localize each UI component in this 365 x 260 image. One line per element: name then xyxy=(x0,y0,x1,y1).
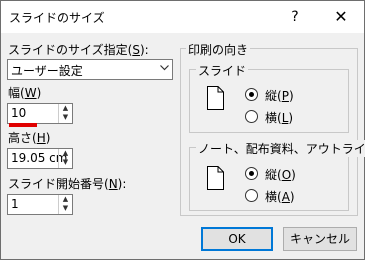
slide-size-accesskey: S xyxy=(132,43,140,57)
portrait-page-icon xyxy=(207,166,224,190)
slide-size-select[interactable]: ユーザー設定 xyxy=(7,59,173,80)
slide-size-value: ユーザー設定 xyxy=(11,64,83,78)
radio-selected-dot xyxy=(249,92,254,97)
height-accesskey: H xyxy=(36,131,46,145)
notes-portrait-label[interactable]: 縦(O) xyxy=(265,166,296,183)
notes-landscape-label[interactable]: 横(A) xyxy=(265,188,295,205)
slide-landscape-radio[interactable] xyxy=(245,110,258,123)
title-bar: スライドのサイズ ? ✕ xyxy=(1,1,364,33)
chevron-down-icon xyxy=(160,63,169,74)
notes-portrait-label-suffix: ) xyxy=(291,168,296,182)
slide-size-dialog: スライドのサイズ ? ✕ スライドのサイズ指定(S): ユーザー設定 幅(W) … xyxy=(0,0,365,260)
spin-up-icon[interactable]: ▲ xyxy=(59,149,72,158)
notes-orientation-title: ノート、配布資料、アウトライン xyxy=(196,140,365,157)
width-label-text: 幅( xyxy=(8,86,25,100)
slide-portrait-accesskey: P xyxy=(281,89,289,103)
width-spin-buttons: ▲ ▼ xyxy=(58,104,72,123)
notes-landscape-label-text: 横( xyxy=(265,190,282,204)
width-label-suffix: ) xyxy=(36,86,42,100)
start-number-label-text: スライド開始番号( xyxy=(8,177,109,191)
spin-up-icon[interactable]: ▲ xyxy=(59,104,72,113)
notes-portrait-accesskey: O xyxy=(281,168,292,182)
width-value: 10 xyxy=(11,106,27,120)
height-label-suffix: ) xyxy=(45,131,51,145)
close-button[interactable]: ✕ xyxy=(321,1,361,33)
start-number-spin-buttons: ▲ ▼ xyxy=(58,195,72,214)
height-spin-buttons: ▲ ▼ xyxy=(58,149,72,168)
start-number-spinner[interactable]: 1 ▲ ▼ xyxy=(7,194,73,215)
slide-portrait-label-suffix: ) xyxy=(288,89,294,103)
start-number-value: 1 xyxy=(11,197,19,211)
cancel-button[interactable]: キャンセル xyxy=(283,227,357,251)
notes-landscape-accesskey: A xyxy=(281,190,290,204)
slide-portrait-label[interactable]: 縦(P) xyxy=(265,87,294,104)
slide-size-label-suffix: ): xyxy=(139,43,149,57)
notes-landscape-label-suffix: ) xyxy=(289,190,295,204)
orientation-group-title: 印刷の向き xyxy=(186,41,251,58)
spin-down-icon[interactable]: ▼ xyxy=(59,204,72,213)
start-number-accesskey: N xyxy=(108,177,118,191)
slide-size-label: スライドのサイズ指定(S): xyxy=(8,41,149,58)
width-spinner[interactable]: 10 ▲ ▼ xyxy=(7,103,73,124)
slide-landscape-label-suffix: ) xyxy=(288,111,294,125)
portrait-page-icon xyxy=(207,86,224,110)
notes-landscape-radio[interactable] xyxy=(245,189,258,202)
spin-down-icon[interactable]: ▼ xyxy=(59,113,72,122)
radio-selected-dot xyxy=(249,171,254,176)
height-label-text: 高さ( xyxy=(8,131,37,145)
slide-landscape-label-text: 横( xyxy=(265,111,282,125)
notes-portrait-radio[interactable] xyxy=(245,167,258,180)
height-spinner[interactable]: 19.05 cm ▲ ▼ xyxy=(7,148,73,169)
width-label: 幅(W) xyxy=(8,84,41,101)
dialog-title: スライドのサイズ xyxy=(9,11,105,25)
slide-size-label-text: スライドのサイズ指定( xyxy=(8,43,133,57)
slide-orientation-title: スライド xyxy=(196,62,249,79)
start-number-label-suffix: ): xyxy=(117,177,127,191)
slide-portrait-label-text: 縦( xyxy=(265,89,282,103)
red-annotation-underline xyxy=(9,123,37,127)
start-number-label: スライド開始番号(N): xyxy=(8,175,126,192)
spin-up-icon[interactable]: ▲ xyxy=(59,195,72,204)
notes-portrait-label-text: 縦( xyxy=(265,168,282,182)
help-button[interactable]: ? xyxy=(281,1,309,33)
ok-button[interactable]: OK xyxy=(201,227,273,251)
width-accesskey: W xyxy=(24,86,37,100)
height-label: 高さ(H) xyxy=(8,129,50,146)
slide-landscape-label[interactable]: 横(L) xyxy=(265,109,293,126)
slide-portrait-radio[interactable] xyxy=(245,88,258,101)
spin-down-icon[interactable]: ▼ xyxy=(59,158,72,167)
